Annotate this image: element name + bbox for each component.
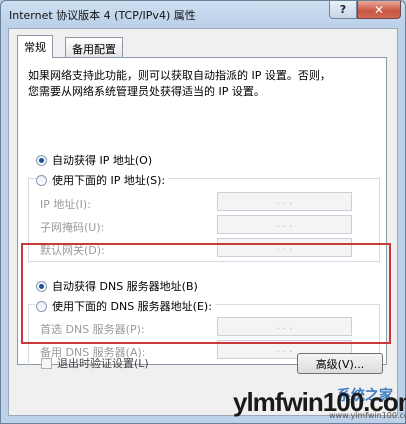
ip-address-label: IP 地址(I):: [40, 198, 91, 211]
advanced-button[interactable]: 高级(V)...: [297, 353, 383, 374]
manual-ip-radio[interactable]: 使用下面的 IP 地址(S):: [36, 172, 169, 188]
radio-selected-icon: [36, 154, 47, 166]
watermark-url: www.ylmfwin100.com: [329, 411, 406, 420]
validate-on-exit-label: 退出时验证设置(L): [57, 357, 149, 370]
checkbox-unchecked-icon: [41, 357, 52, 369]
dialog-client-area: 常规 备用配置 如果网络支持此功能，则可以获取自动指派的 IP 设置。否则， 您…: [8, 28, 398, 416]
close-button[interactable]: ✕: [357, 1, 401, 19]
dns-highlight-box: [21, 243, 391, 344]
close-icon: ✕: [373, 2, 385, 17]
tab-general[interactable]: 常规: [17, 35, 53, 58]
auto-ip-radio[interactable]: 自动获得 IP 地址(O): [36, 152, 152, 168]
subnet-mask-field[interactable]: . . .: [217, 215, 352, 234]
help-button[interactable]: ?: [329, 1, 357, 19]
subnet-mask-label: 子网掩码(U):: [40, 221, 105, 234]
validate-on-exit-checkbox[interactable]: 退出时验证设置(L): [41, 355, 149, 371]
ip-address-field[interactable]: . . .: [217, 192, 352, 211]
manual-ip-label: 使用下面的 IP 地址(S):: [52, 174, 166, 187]
description-line-1: 如果网络支持此功能，则可以获取自动指派的 IP 设置。否则，: [28, 69, 331, 82]
auto-ip-label: 自动获得 IP 地址(O): [52, 154, 153, 167]
tab-alternate-config[interactable]: 备用配置: [65, 37, 123, 57]
description-line-2: 您需要从网络系统管理员处获得适当的 IP 设置。: [28, 85, 265, 98]
window-title: Internet 协议版本 4 (TCP/IPv4) 属性: [9, 9, 196, 22]
radio-unselected-icon: [36, 174, 47, 186]
description-text: 如果网络支持此功能，则可以获取自动指派的 IP 设置。否则， 您需要从网络系统管…: [28, 68, 378, 100]
dialog-window: Internet 协议版本 4 (TCP/IPv4) 属性 ? ✕ 常规 备用配…: [0, 0, 406, 424]
